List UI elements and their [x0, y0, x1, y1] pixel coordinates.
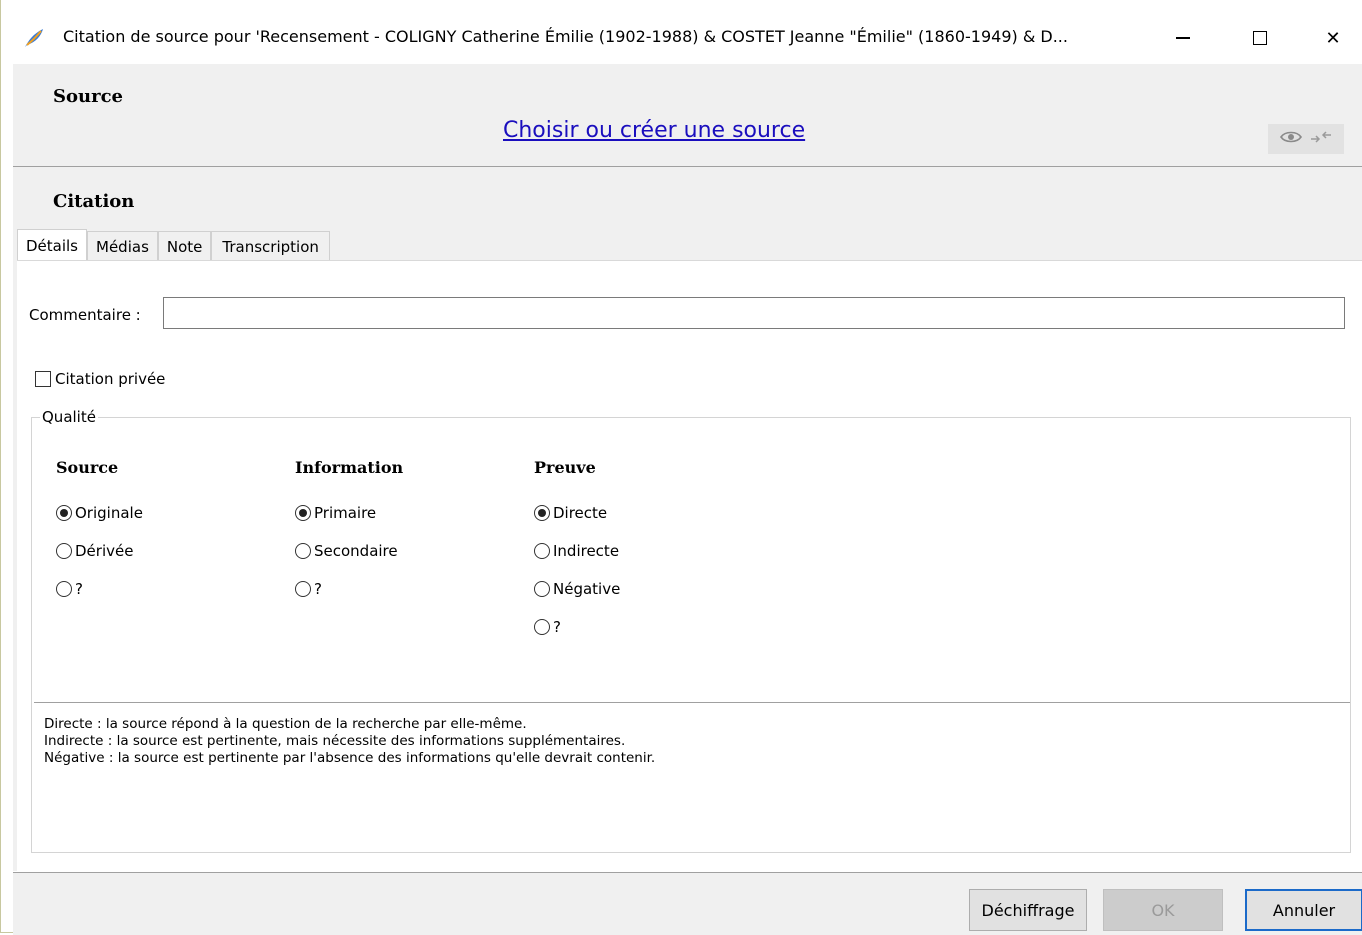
radio-button[interactable] [56, 581, 72, 597]
close-icon: ✕ [1325, 27, 1341, 49]
radio-button[interactable] [295, 543, 311, 559]
radio-label: ? [314, 580, 322, 598]
close-button[interactable]: ✕ [1310, 22, 1356, 54]
cancel-button[interactable]: Annuler [1245, 889, 1362, 931]
maximize-icon [1253, 31, 1267, 45]
source-toolbar [1268, 124, 1344, 154]
citation-tabs: Détails Médias Note Transcription [17, 229, 330, 261]
radio-label: Secondaire [314, 542, 398, 560]
maximize-button[interactable] [1237, 22, 1283, 54]
window-title: Citation de source pour 'Recensement - C… [63, 27, 1068, 46]
citation-section: Citation Détails Médias Note Transcripti… [13, 167, 1362, 872]
source-section: Source Choisir ou créer une source [13, 64, 1362, 167]
radio-label: Originale [75, 504, 143, 522]
swap-arrows-icon[interactable] [1310, 130, 1332, 148]
radio-secondaire[interactable]: Secondaire [295, 532, 403, 570]
radio-derivee[interactable]: Dérivée [56, 532, 143, 570]
radio-evidence-unknown[interactable]: ? [534, 608, 620, 646]
radio-label: ? [553, 618, 561, 636]
quality-source-column: Source Originale Dérivée ? [56, 458, 143, 608]
source-quality-title: Source [56, 458, 119, 477]
tab-transcription[interactable]: Transcription [211, 231, 330, 261]
tab-medias[interactable]: Médias [87, 231, 158, 261]
radio-label: Primaire [314, 504, 377, 522]
minimize-icon [1176, 37, 1190, 39]
help-line: Directe : la source répond à la question… [44, 716, 527, 732]
choose-source-link[interactable]: Choisir ou créer une source [503, 118, 805, 143]
radio-button[interactable] [295, 505, 311, 521]
checkbox-box[interactable] [35, 371, 51, 387]
radio-indirecte[interactable]: Indirecte [534, 532, 620, 570]
details-panel: Commentaire : Citation privée Qualité So… [17, 260, 1362, 872]
quality-group: Qualité Source Originale Dérivée ? Infor… [31, 408, 1351, 853]
citation-heading: Citation [53, 191, 135, 212]
citation-dialog: Citation de source pour 'Recensement - C… [0, 0, 1362, 935]
radio-information-unknown[interactable]: ? [295, 570, 403, 608]
information-quality-title: Information [295, 458, 404, 477]
help-line: Négative : la source est pertinente par … [44, 750, 656, 766]
quality-legend: Qualité [40, 408, 98, 426]
ok-button[interactable]: OK [1103, 889, 1223, 931]
radio-directe[interactable]: Directe [534, 494, 620, 532]
radio-button[interactable] [534, 619, 550, 635]
radio-button[interactable] [534, 505, 550, 521]
quality-help-text: Directe : la source répond à la question… [44, 716, 655, 767]
minimize-button[interactable] [1160, 22, 1206, 54]
evidence-quality-title: Preuve [534, 458, 596, 477]
quality-divider [34, 702, 1350, 703]
radio-originale[interactable]: Originale [56, 494, 143, 532]
comment-input[interactable] [163, 297, 1345, 329]
radio-primaire[interactable]: Primaire [295, 494, 403, 532]
quality-evidence-column: Preuve Directe Indirecte Négative ? [534, 458, 620, 646]
radio-negative[interactable]: Négative [534, 570, 620, 608]
private-citation-checkbox[interactable]: Citation privée [35, 370, 165, 388]
radio-button[interactable] [534, 543, 550, 559]
tab-note[interactable]: Note [157, 231, 212, 261]
radio-label: ? [75, 580, 83, 598]
radio-label: Négative [553, 580, 621, 598]
radio-source-unknown[interactable]: ? [56, 570, 143, 608]
dialog-footer: Déchiffrage OK Annuler [13, 872, 1362, 935]
source-heading: Source [53, 86, 123, 107]
radio-button[interactable] [534, 581, 550, 597]
eye-icon[interactable] [1280, 130, 1302, 148]
radio-label: Directe [553, 504, 608, 522]
help-line: Indirecte : la source est pertinente, ma… [44, 733, 626, 749]
feather-icon [23, 28, 45, 48]
radio-button[interactable] [56, 505, 72, 521]
comment-label: Commentaire : [29, 306, 141, 324]
tab-details[interactable]: Détails [17, 229, 88, 261]
quality-information-column: Information Primaire Secondaire ? [295, 458, 403, 608]
decipher-button[interactable]: Déchiffrage [969, 889, 1087, 931]
radio-button[interactable] [56, 543, 72, 559]
radio-label: Dérivée [75, 542, 134, 560]
radio-button[interactable] [295, 581, 311, 597]
title-bar: Citation de source pour 'Recensement - C… [1, 0, 1362, 64]
radio-label: Indirecte [553, 542, 620, 560]
private-citation-label: Citation privée [55, 370, 166, 388]
